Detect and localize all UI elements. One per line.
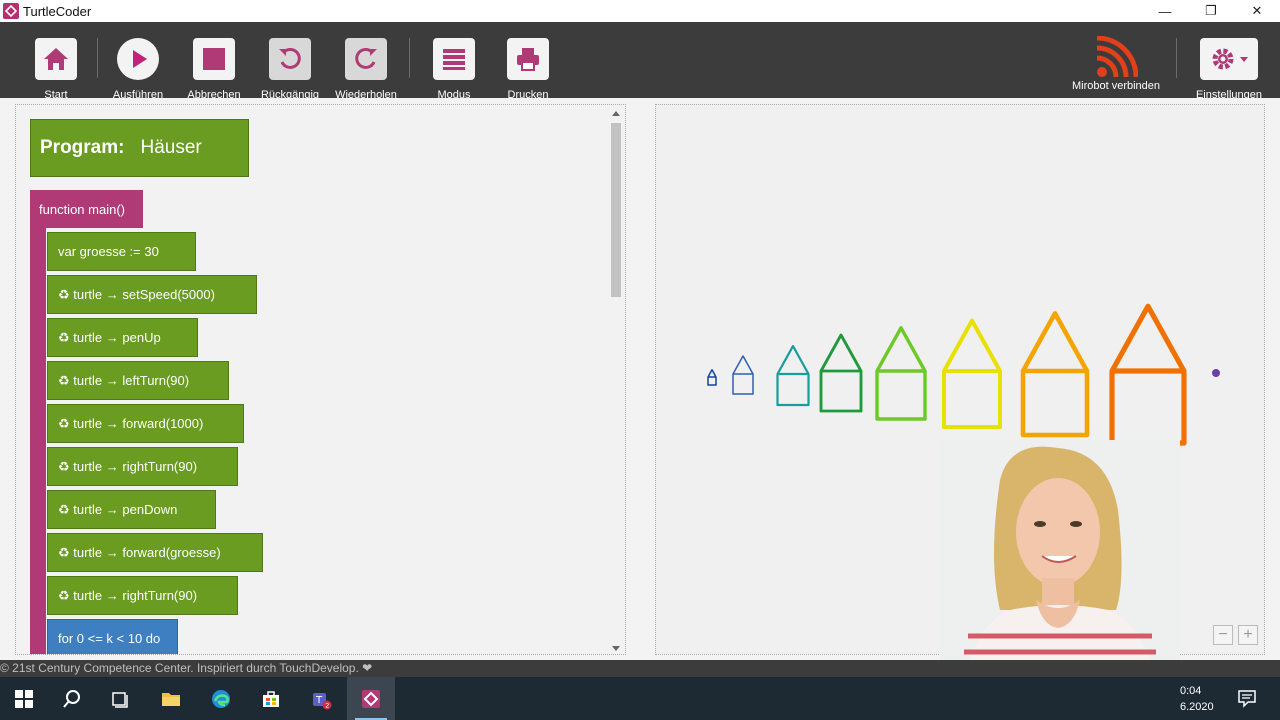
statement-text: ♻ turtle → rightTurn(90) [58, 458, 198, 474]
statement-text: ♻ turtle → leftTurn(90) [58, 372, 190, 388]
function-body-rail [30, 228, 46, 654]
mirobot-label: Mirobot verbinden [1071, 80, 1161, 92]
program-header-block[interactable]: Program: Häuser [30, 119, 249, 177]
minimize-button[interactable]: — [1142, 0, 1188, 22]
run-label: Ausführen [112, 89, 164, 101]
toolbar-divider [1176, 38, 1177, 78]
code-statement[interactable]: ♻ turtle → leftTurn(90) [47, 361, 229, 400]
teams-icon[interactable]: T2 [297, 677, 345, 720]
windows-taskbar: T2 [0, 677, 1280, 720]
house-shape [875, 326, 927, 421]
code-statement[interactable]: var groesse := 30 [47, 232, 196, 271]
mode-button[interactable]: Modus [414, 38, 494, 101]
house-shape [819, 333, 863, 413]
code-statement[interactable]: ♻ turtle → penUp [47, 318, 198, 357]
scroll-down-arrow-icon[interactable] [612, 646, 620, 651]
mirobot-connect-button[interactable]: Mirobot verbinden [1066, 36, 1166, 92]
home-icon [35, 38, 77, 80]
function-label: function main() [39, 201, 125, 217]
printer-icon [507, 38, 549, 80]
redo-icon [345, 38, 387, 80]
close-button[interactable]: ✕ [1234, 0, 1280, 22]
task-view-icon[interactable] [96, 677, 144, 720]
turtle-icon [1212, 369, 1220, 377]
window-title: TurtleCoder [23, 3, 92, 19]
start-button[interactable]: Start [16, 38, 96, 101]
redo-label: Wiederholen [335, 89, 397, 101]
clock-time: 0:04 [1180, 685, 1202, 697]
code-scrollbar[interactable] [608, 105, 625, 654]
run-button[interactable]: Ausführen [98, 38, 178, 101]
program-name[interactable]: Häuser [140, 137, 201, 159]
code-statement[interactable]: ♻ turtle → rightTurn(90) [47, 576, 238, 615]
settings-button[interactable]: Einstellungen [1189, 38, 1269, 101]
code-statement[interactable]: ♻ turtle → forward(groesse) [47, 533, 263, 572]
clock-date: 6.2020 [1180, 701, 1214, 713]
window-controls: — ❐ ✕ [1142, 0, 1280, 22]
statement-text: ♻ turtle → rightTurn(90) [58, 587, 198, 603]
code-statement[interactable]: ♻ turtle → forward(1000) [47, 404, 244, 443]
code-editor-panel[interactable]: Program: Häuser function main() var groe… [15, 104, 626, 655]
start-label: Start [44, 89, 68, 101]
zoom-in-button[interactable]: + [1238, 625, 1258, 645]
cancel-button[interactable]: Abbrechen [174, 38, 254, 101]
svg-text:2: 2 [325, 701, 329, 709]
undo-label: Rückgängig [260, 89, 320, 101]
house-shape [942, 318, 1002, 429]
house-shape [1109, 303, 1187, 446]
footer-credits: © 21st Century Competence Center. Inspir… [0, 660, 1280, 677]
statement-text: ♻ turtle → forward(groesse) [58, 544, 221, 560]
edge-browser-icon[interactable] [197, 677, 245, 720]
statement-text: ♻ turtle → penUp [58, 329, 161, 345]
stop-icon [193, 38, 235, 80]
function-main-block[interactable]: function main() [30, 190, 143, 228]
app-logo-icon [3, 3, 19, 19]
windows-start-icon[interactable] [0, 677, 48, 720]
store-icon[interactable] [247, 677, 295, 720]
statement-text: for 0 <= k < 10 do [58, 631, 161, 646]
toolbar-divider [409, 38, 410, 78]
statement-text: ♻ turtle → penDown [58, 501, 178, 517]
statement-text: var groesse := 30 [58, 244, 159, 259]
gear-icon [1200, 38, 1258, 80]
scroll-up-arrow-icon[interactable] [612, 111, 620, 116]
statement-text: ♻ turtle → forward(1000) [58, 415, 204, 431]
cancel-label: Abbrechen [187, 89, 241, 101]
undo-icon [269, 38, 311, 80]
title-bar: TurtleCoder — ❐ ✕ [0, 0, 1280, 22]
statement-text: ♻ turtle → setSpeed(5000) [58, 286, 215, 302]
svg-text:T: T [315, 695, 323, 706]
program-label: Program: [40, 137, 125, 158]
house-shape [1020, 311, 1090, 438]
zoom-controls: − + [1213, 625, 1258, 645]
zoom-out-button[interactable]: − [1213, 625, 1233, 645]
file-explorer-icon[interactable] [147, 677, 195, 720]
play-icon [117, 38, 159, 80]
toolbar: Start Ausführen Abbrechen Rückgängig Wie… [0, 22, 1280, 101]
code-statement[interactable]: ♻ turtle → penDown [47, 490, 216, 529]
restore-button[interactable]: ❐ [1188, 0, 1234, 22]
print-button[interactable]: Drucken [488, 38, 568, 101]
turtlecoder-taskbar-icon[interactable] [347, 677, 395, 720]
wifi-signal-icon [1096, 36, 1138, 78]
notification-center-icon[interactable] [1237, 688, 1257, 708]
house-shape [707, 369, 717, 386]
code-statement[interactable]: ♻ turtle → rightTurn(90) [47, 447, 238, 486]
code-statement[interactable]: ♻ turtle → setSpeed(5000) [47, 275, 257, 314]
list-icon [433, 38, 475, 80]
scroll-thumb[interactable] [611, 123, 621, 297]
mode-label: Modus [437, 89, 471, 101]
settings-label: Einstellungen [1195, 89, 1263, 101]
for-loop-block[interactable]: for 0 <= k < 10 do [47, 619, 178, 654]
house-shape [776, 344, 810, 407]
search-icon[interactable] [48, 677, 96, 720]
house-shape [732, 355, 754, 395]
print-label: Drucken [507, 89, 549, 101]
undo-button[interactable]: Rückgängig [250, 38, 330, 101]
redo-button[interactable]: Wiederholen [326, 38, 406, 101]
taskbar-clock[interactable]: 0:04 6.2020 [1180, 683, 1214, 715]
